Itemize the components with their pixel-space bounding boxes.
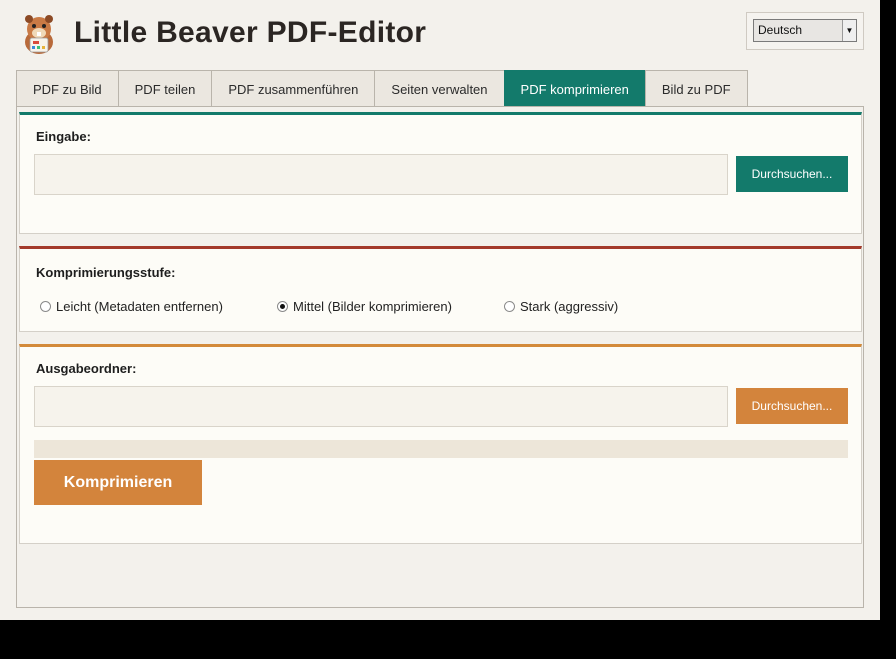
tab-pdf-teilen[interactable]: PDF teilen	[117, 70, 213, 107]
input-path-field[interactable]	[34, 154, 728, 195]
beaver-logo-icon	[18, 12, 60, 56]
input-section: Eingabe: Durchsuchen...	[19, 112, 862, 234]
radio-label-stark: Stark (aggressiv)	[520, 299, 619, 314]
radio-label-mittel: Mittel (Bilder komprimieren)	[293, 299, 452, 314]
dropdown-arrow-icon[interactable]: ▼	[842, 20, 856, 41]
tab-pdf-zusammenfuehren[interactable]: PDF zusammenführen	[211, 70, 376, 107]
output-browse-button[interactable]: Durchsuchen...	[736, 388, 848, 424]
input-browse-button[interactable]: Durchsuchen...	[736, 156, 848, 192]
radio-leicht[interactable]: Leicht (Metadaten entfernen)	[40, 299, 277, 314]
input-label: Eingabe:	[36, 129, 91, 144]
tab-pdf-zu-bild[interactable]: PDF zu Bild	[16, 70, 119, 107]
compression-level-section: Komprimierungsstufe: Leicht (Metadaten e…	[19, 246, 862, 332]
output-path-field[interactable]	[34, 386, 728, 427]
compression-level-options: Leicht (Metadaten entfernen) Mittel (Bil…	[40, 299, 618, 314]
tab-seiten-verwalten[interactable]: Seiten verwalten	[374, 70, 505, 107]
tab-content-panel: Eingabe: Durchsuchen... Komprimierungsst…	[16, 106, 864, 608]
tab-pdf-komprimieren[interactable]: PDF komprimieren	[503, 70, 646, 107]
app-window: Little Beaver PDF-Editor Deutsch ▼ PDF z…	[0, 0, 880, 620]
language-select[interactable]: Deutsch ▼	[753, 19, 857, 42]
tab-bar: PDF zu Bild PDF teilen PDF zusammenführe…	[16, 70, 748, 107]
compress-button[interactable]: Komprimieren	[34, 460, 202, 505]
tab-bild-zu-pdf[interactable]: Bild zu PDF	[644, 70, 748, 107]
radio-button-leicht[interactable]	[40, 301, 51, 312]
radio-stark[interactable]: Stark (aggressiv)	[504, 299, 618, 314]
output-label: Ausgabeordner:	[36, 361, 137, 376]
radio-button-mittel[interactable]	[277, 301, 288, 312]
radio-button-stark[interactable]	[504, 301, 515, 312]
language-selected-value: Deutsch	[758, 23, 803, 37]
compression-level-label: Komprimierungsstufe:	[36, 265, 176, 280]
radio-mittel[interactable]: Mittel (Bilder komprimieren)	[277, 299, 504, 314]
progress-bar	[34, 440, 848, 458]
language-selector-container: Deutsch ▼	[746, 12, 864, 50]
output-section: Ausgabeordner: Durchsuchen... Komprimier…	[19, 344, 862, 544]
radio-label-leicht: Leicht (Metadaten entfernen)	[56, 299, 223, 314]
app-title: Little Beaver PDF-Editor	[74, 16, 427, 49]
